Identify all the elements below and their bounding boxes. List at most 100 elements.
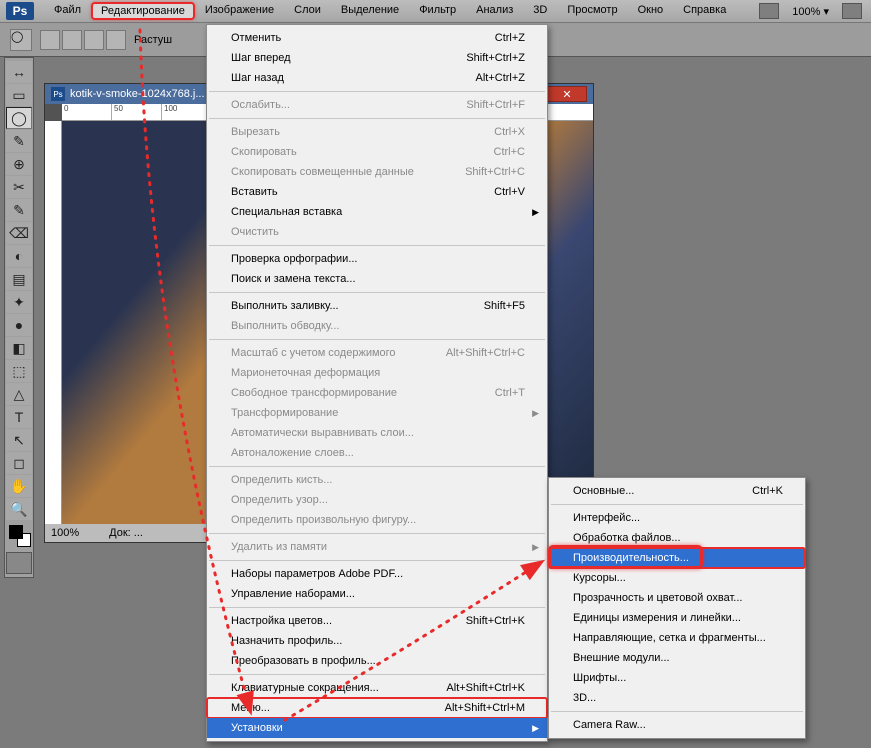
- menu-item: Определить произвольную фигуру...: [207, 510, 547, 530]
- status-zoom[interactable]: 100%: [51, 527, 79, 539]
- menu-item[interactable]: Прозрачность и цветовой охват...: [549, 588, 805, 608]
- tool-13[interactable]: ⬚: [6, 360, 32, 382]
- menu-изображение[interactable]: Изображение: [195, 2, 284, 20]
- menu-item: Автоналожение слоев...: [207, 443, 547, 463]
- screen-mode-icon[interactable]: [842, 3, 862, 19]
- menu-item-shortcut: Ctrl+K: [752, 485, 783, 497]
- submenu-arrow-icon: ▶: [532, 207, 539, 218]
- tool-15[interactable]: T: [6, 406, 32, 428]
- tool-10[interactable]: ✦: [6, 291, 32, 313]
- menu-item[interactable]: Интерфейс...: [549, 508, 805, 528]
- zoom-display[interactable]: 100% ▾: [782, 5, 839, 18]
- menu-item-label: Прозрачность и цветовой охват...: [573, 592, 742, 604]
- menu-item[interactable]: Проверка орфографии...: [207, 249, 547, 269]
- menu-item[interactable]: Курсоры...: [549, 568, 805, 588]
- menu-item: Трансформирование ▶: [207, 403, 547, 423]
- menu-item-label: Установки: [231, 722, 283, 734]
- menu-item: Скопировать совмещенные данные Shift+Ctrl…: [207, 162, 547, 182]
- quick-mask-toggle[interactable]: [5, 551, 33, 575]
- menu-item-shortcut: Shift+Ctrl+C: [465, 166, 525, 178]
- menu-item[interactable]: Основные...Ctrl+K: [549, 481, 805, 501]
- menu-item[interactable]: Внешние модули...: [549, 648, 805, 668]
- menu-item-label: Трансформирование: [231, 407, 338, 419]
- menu-item[interactable]: Наборы параметров Adobe PDF...: [207, 564, 547, 584]
- menu-файл[interactable]: Файл: [44, 2, 91, 20]
- tool-preset-icon[interactable]: ◯: [10, 29, 32, 51]
- submenu-arrow-icon: ▶: [532, 408, 539, 419]
- menu-item: Марионеточная деформация: [207, 363, 547, 383]
- tool-5[interactable]: ✂: [6, 176, 32, 198]
- tool-8[interactable]: ◐: [6, 245, 32, 267]
- menu-item-label: Отменить: [231, 32, 281, 44]
- tools-panel: ↔▭◯✎⊕✂✎⌫◐▤✦●◧⬚△T↖◻✋🔍: [4, 57, 34, 578]
- menu-item-label: Меню...: [231, 702, 270, 714]
- menu-item[interactable]: 3D...: [549, 688, 805, 708]
- tool-18[interactable]: ✋: [6, 475, 32, 497]
- menu-item-label: Назначить профиль...: [231, 635, 342, 647]
- menu-item[interactable]: ОтменитьCtrl+Z: [207, 28, 547, 48]
- menu-item-label: Внешние модули...: [573, 652, 670, 664]
- tool-2[interactable]: ◯: [6, 107, 32, 129]
- ruler-vertical[interactable]: [45, 121, 62, 524]
- tool-17[interactable]: ◻: [6, 452, 32, 474]
- menu-фильтр[interactable]: Фильтр: [409, 2, 466, 20]
- menu-item[interactable]: Преобразовать в профиль...: [207, 651, 547, 671]
- selection-mode-intersect-icon[interactable]: [106, 30, 126, 50]
- menu-item-label: Масштаб с учетом содержимого: [231, 347, 396, 359]
- tool-19[interactable]: 🔍: [6, 498, 32, 520]
- menu-item-label: Скопировать совмещенные данные: [231, 166, 414, 178]
- menu-анализ[interactable]: Анализ: [466, 2, 523, 20]
- selection-mode-subtract-icon[interactable]: [84, 30, 104, 50]
- menu-item[interactable]: Клавиатурные сокращения...Alt+Shift+Ctrl…: [207, 678, 547, 698]
- tool-12[interactable]: ◧: [6, 337, 32, 359]
- menu-item[interactable]: Настройка цветов...Shift+Ctrl+K: [207, 611, 547, 631]
- menu-редактирование[interactable]: Редактирование: [91, 2, 195, 20]
- menu-item[interactable]: Управление наборами...: [207, 584, 547, 604]
- menu-выделение[interactable]: Выделение: [331, 2, 409, 20]
- menu-item[interactable]: Установки▶: [207, 718, 547, 738]
- menu-item[interactable]: Специальная вставка ▶: [207, 202, 547, 222]
- menu-item[interactable]: Производительность...: [549, 548, 805, 568]
- foreground-color[interactable]: [9, 525, 23, 539]
- menu-item[interactable]: Поиск и замена текста...: [207, 269, 547, 289]
- menu-item[interactable]: ВставитьCtrl+V: [207, 182, 547, 202]
- menu-справка[interactable]: Справка: [673, 2, 736, 20]
- tool-1[interactable]: ▭: [6, 84, 32, 106]
- tool-3[interactable]: ✎: [6, 130, 32, 152]
- menu-item[interactable]: Обработка файлов...: [549, 528, 805, 548]
- menu-окно[interactable]: Окно: [628, 2, 674, 20]
- menu-item-label: Очистить: [231, 226, 279, 238]
- menu-item[interactable]: Шаг назадAlt+Ctrl+Z: [207, 68, 547, 88]
- menu-item-label: Специальная вставка: [231, 206, 342, 218]
- menu-item: Удалить из памяти▶: [207, 537, 547, 557]
- menu-3d[interactable]: 3D: [523, 2, 557, 20]
- menu-item[interactable]: Выполнить заливку...Shift+F5: [207, 296, 547, 316]
- tool-6[interactable]: ✎: [6, 199, 32, 221]
- menu-item[interactable]: Camera Raw...: [549, 715, 805, 735]
- selection-mode-new-icon[interactable]: [40, 30, 60, 50]
- tool-9[interactable]: ▤: [6, 268, 32, 290]
- tool-4[interactable]: ⊕: [6, 153, 32, 175]
- tool-11[interactable]: ●: [6, 314, 32, 336]
- feather-label: Растуш: [134, 34, 172, 46]
- menu-item[interactable]: Шрифты...: [549, 668, 805, 688]
- menu-item-label: Автоналожение слоев...: [231, 447, 354, 459]
- workspace-icon[interactable]: [759, 3, 779, 19]
- menu-item[interactable]: Назначить профиль...: [207, 631, 547, 651]
- color-swatches[interactable]: [5, 521, 33, 551]
- tool-16[interactable]: ↖: [6, 429, 32, 451]
- selection-mode-add-icon[interactable]: [62, 30, 82, 50]
- close-button[interactable]: ✕: [547, 86, 587, 102]
- menu-слои[interactable]: Слои: [284, 2, 331, 20]
- tool-14[interactable]: △: [6, 383, 32, 405]
- menu-item: СкопироватьCtrl+C: [207, 142, 547, 162]
- tool-7[interactable]: ⌫: [6, 222, 32, 244]
- menu-item[interactable]: Единицы измерения и линейки...: [549, 608, 805, 628]
- menu-item[interactable]: Меню...Alt+Shift+Ctrl+M: [207, 698, 547, 718]
- status-doc-info[interactable]: Док: ...: [109, 527, 143, 539]
- menu-item[interactable]: Шаг впередShift+Ctrl+Z: [207, 48, 547, 68]
- menu-item[interactable]: Направляющие, сетка и фрагменты...: [549, 628, 805, 648]
- menu-просмотр[interactable]: Просмотр: [557, 2, 627, 20]
- menu-item: Выполнить обводку...: [207, 316, 547, 336]
- tool-0[interactable]: ↔: [6, 61, 32, 83]
